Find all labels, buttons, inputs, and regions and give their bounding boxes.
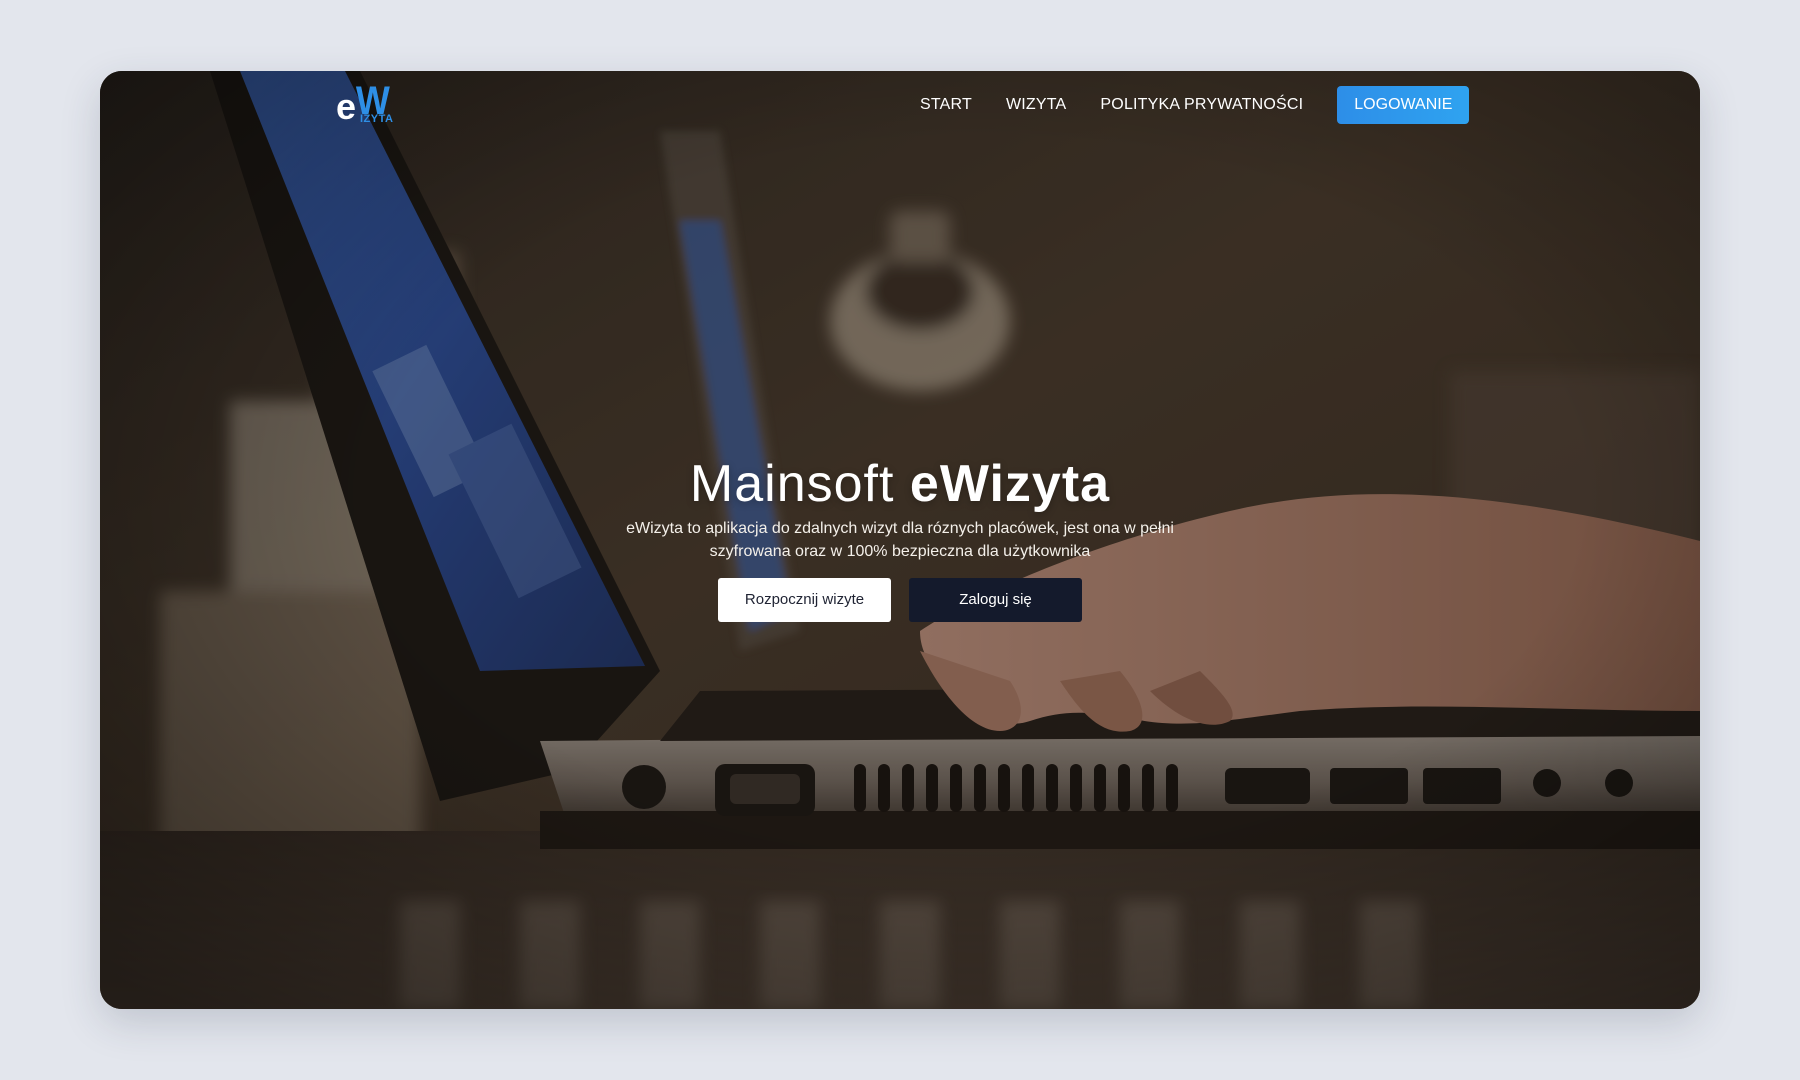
logo-letter-e: e bbox=[336, 86, 357, 127]
log-in-button[interactable]: Zaloguj się bbox=[909, 578, 1082, 622]
ewizyta-logo[interactable]: e W IZYTA bbox=[334, 81, 394, 129]
nav-item-wizyta[interactable]: WIZYTA bbox=[1006, 96, 1066, 114]
page-frame: e W IZYTA START WIZYTA POLITYKA PRYWATNO… bbox=[100, 71, 1700, 1009]
nav-item-privacy-policy[interactable]: POLITYKA PRYWATNOŚCI bbox=[1100, 96, 1303, 114]
hero-section: Mainsoft eWizyta eWizyta to aplikacja do… bbox=[100, 453, 1700, 622]
nav-item-start[interactable]: START bbox=[920, 96, 972, 114]
hero-title: Mainsoft eWizyta bbox=[100, 453, 1700, 515]
logo-subtext: IZYTA bbox=[360, 113, 394, 125]
start-visit-button[interactable]: Rozpocznij wizyte bbox=[718, 578, 891, 622]
hero-title-bold: eWizyta bbox=[909, 455, 1111, 513]
hero-description: eWizyta to aplikacja do zdalnych wizyt d… bbox=[626, 520, 1174, 560]
hero-title-light: Mainsoft bbox=[689, 455, 910, 513]
top-navigation: START WIZYTA POLITYKA PRYWATNOŚCI LOGOWA… bbox=[920, 86, 1470, 124]
login-nav-button[interactable]: LOGOWANIE bbox=[1337, 86, 1470, 124]
hero-buttons: Rozpocznij wizyte Zaloguj się bbox=[100, 578, 1700, 622]
